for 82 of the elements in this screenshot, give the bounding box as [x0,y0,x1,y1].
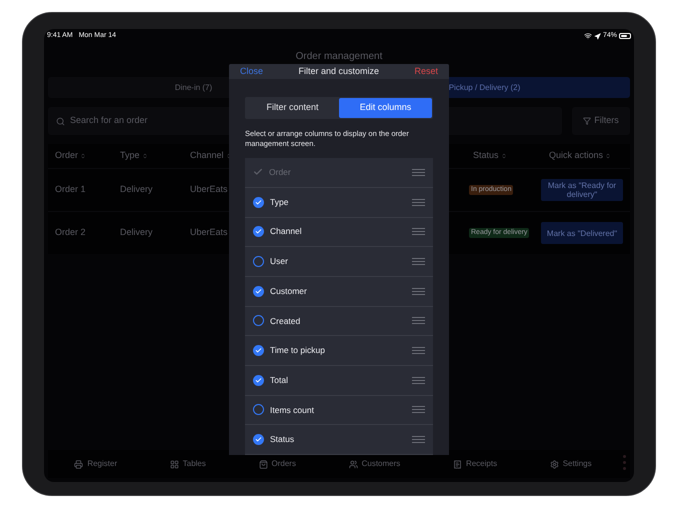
filter-icon [583,117,592,125]
checkbox[interactable] [253,434,264,446]
grid-icon [170,460,179,468]
checkbox[interactable] [253,286,264,297]
tab-bar-item[interactable]: Settings [550,458,592,470]
checkbox[interactable] [253,404,264,416]
drag-handle-icon[interactable] [412,347,425,354]
table-cell-text: Delivery [120,183,154,196]
search-icon [56,116,65,126]
column-header[interactable]: Order [55,149,78,163]
column-label: Time to pickup [270,344,326,357]
column-label: Customer [270,284,308,298]
column-label: Channel [270,225,303,238]
drag-handle-icon[interactable] [412,198,425,206]
drag-handle-icon[interactable] [412,406,425,414]
check-icon [255,347,262,354]
location-icon [594,32,601,40]
column-option[interactable]: Customer [245,276,433,307]
check-icon [255,228,262,236]
column-option[interactable]: Items count [245,396,433,426]
quick-action-button[interactable]: Mark as "Delivered" [541,222,623,244]
checkbox[interactable] [253,256,264,268]
column-option[interactable]: Time to pickup [245,336,433,366]
tab-bar-item[interactable]: Customers [348,458,400,470]
column-option[interactable]: Created [245,306,433,336]
receipt-icon [452,460,462,468]
drag-handle-icon[interactable] [412,317,425,324]
table-cell-text: Order 2 [55,226,87,240]
segment-tab[interactable]: Edit columns [339,98,432,118]
column-option[interactable]: Type [245,188,433,218]
wifi-icon [584,32,592,40]
drag-handle-icon[interactable] [623,455,626,470]
settings-icon [550,460,559,468]
column-label: Type [270,196,290,209]
drag-handle-icon[interactable] [412,258,425,266]
drag-handle-icon[interactable] [412,228,425,236]
column-option[interactable]: User [245,247,433,277]
filters-button[interactable]: Filters [572,107,630,135]
screen-title: Order management [296,50,382,64]
quick-action-button[interactable]: Mark as "Ready for delivery" [541,179,623,201]
table-cell-text: Delivery [120,226,154,240]
column-label: User [270,255,289,268]
column-label: Created [270,314,302,328]
check-icon [255,376,262,384]
drag-handle-icon[interactable] [412,168,425,176]
modal-title: Filter and customize [298,64,380,78]
column-header[interactable]: Channel [190,149,224,163]
tab-bar-item[interactable]: Tables [170,458,206,470]
drag-handle-icon[interactable] [412,436,425,444]
checkbox[interactable] [253,196,264,208]
checkbox[interactable] [253,226,264,238]
tab-bar-item[interactable]: Orders [258,458,296,470]
column-option[interactable]: Channel [245,218,433,248]
table-cell-text: Order 1 [55,183,87,196]
check-icon [255,436,262,444]
tab-bar-item[interactable]: Register [74,458,118,470]
column-label: Order [269,166,292,179]
drag-handle-icon[interactable] [412,288,425,295]
column-label: Items count [270,404,315,416]
column-header[interactable]: Status [473,149,499,163]
drag-handle-icon[interactable] [412,376,425,384]
reset-button[interactable]: Reset [414,64,438,78]
column-option[interactable]: Total [245,366,433,396]
column-option[interactable]: Status [245,425,433,455]
printer-icon [74,460,84,468]
order-type-tab[interactable]: Dine-in (7) [48,77,339,98]
tab-bar-item[interactable]: Receipts [452,458,498,470]
table-cell-text: UberEats [190,183,228,196]
table-cell-text: UberEats [190,226,228,240]
battery-icon [619,33,631,39]
column-label: Total [270,374,289,387]
people-icon [348,460,358,468]
column-label: Status [270,433,296,446]
check-icon [255,198,262,206]
check-icon [255,288,262,295]
close-button[interactable]: Close [240,64,264,78]
checkbox[interactable] [253,315,264,326]
bag-icon [258,460,268,468]
checkbox[interactable] [253,345,264,356]
column-header[interactable]: Type [120,149,140,163]
checkbox[interactable] [253,374,264,386]
column-header[interactable]: Quick actions [549,149,604,163]
